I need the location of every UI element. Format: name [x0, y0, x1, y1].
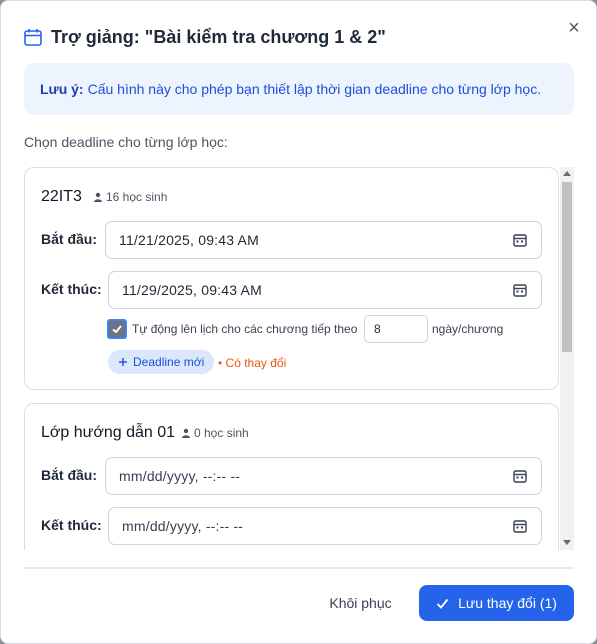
- scroll-thumb[interactable]: [562, 182, 572, 352]
- class-name: 22IT3: [41, 188, 82, 205]
- calendar-icon[interactable]: [513, 283, 527, 297]
- end-label: Kết thúc:: [41, 281, 102, 297]
- class-card: Lớp hướng dẫn 01 0 học sinh Bắt đầu: mm/…: [24, 403, 559, 550]
- calendar-icon[interactable]: [513, 469, 527, 483]
- days-unit-label: ngày/chương: [432, 322, 504, 336]
- class-card: 22IT3 16 học sinh Bắt đầu: 11/21/2025, 0…: [24, 167, 559, 390]
- start-label: Bắt đầu:: [41, 231, 97, 247]
- calendar-icon: [24, 29, 42, 46]
- start-date-input[interactable]: 11/21/2025, 09:43 AM: [105, 221, 542, 259]
- auto-schedule-label: Tự động lên lịch cho các chương tiếp the…: [132, 322, 358, 336]
- class-name: Lớp hướng dẫn 01: [41, 424, 176, 441]
- footer-divider: [24, 567, 574, 569]
- end-date-input[interactable]: mm/dd/yyyy, --:-- --: [108, 507, 542, 545]
- auto-schedule-checkbox[interactable]: [107, 319, 127, 339]
- note-label: Lưu ý:: [40, 81, 84, 97]
- scroll-down-icon[interactable]: [563, 540, 571, 545]
- student-count: 0 học sinh: [181, 426, 249, 440]
- save-button[interactable]: Lưu thay đổi (1): [419, 585, 574, 621]
- calendar-icon[interactable]: [513, 519, 527, 533]
- note-text: Cấu hình này cho phép bạn thiết lập thời…: [87, 81, 542, 97]
- checkmark-icon: [112, 325, 122, 334]
- plus-icon: [119, 358, 127, 366]
- changed-indicator: • Có thay đổi: [218, 356, 287, 370]
- calendar-icon[interactable]: [513, 233, 527, 247]
- scroll-up-icon[interactable]: [563, 171, 571, 176]
- scrollbar[interactable]: [560, 167, 574, 550]
- start-date-input[interactable]: mm/dd/yyyy, --:-- --: [105, 457, 542, 495]
- deadline-dialog: Trợ giảng: "Bài kiểm tra chương 1 & 2" ×…: [0, 0, 597, 644]
- end-date-input[interactable]: 11/29/2025, 09:43 AM: [108, 271, 542, 309]
- dialog-title: Trợ giảng: "Bài kiểm tra chương 1 & 2": [51, 27, 386, 47]
- check-icon: [436, 598, 449, 609]
- user-icon: [94, 192, 102, 202]
- student-count: 16 học sinh: [93, 190, 167, 204]
- end-label: Kết thúc:: [41, 517, 102, 533]
- reset-button[interactable]: Khôi phục: [313, 585, 408, 621]
- close-icon[interactable]: ×: [563, 17, 585, 39]
- section-subheading: Chọn deadline cho từng lớp học:: [24, 134, 228, 150]
- user-icon: [182, 428, 190, 438]
- class-list: 22IT3 16 học sinh Bắt đầu: 11/21/2025, 0…: [24, 167, 574, 550]
- days-per-chapter-input[interactable]: 8: [364, 315, 428, 343]
- start-label: Bắt đầu:: [41, 467, 97, 483]
- info-note: Lưu ý: Cấu hình này cho phép bạn thiết l…: [24, 63, 574, 115]
- new-deadline-button[interactable]: Deadline mới: [108, 350, 215, 374]
